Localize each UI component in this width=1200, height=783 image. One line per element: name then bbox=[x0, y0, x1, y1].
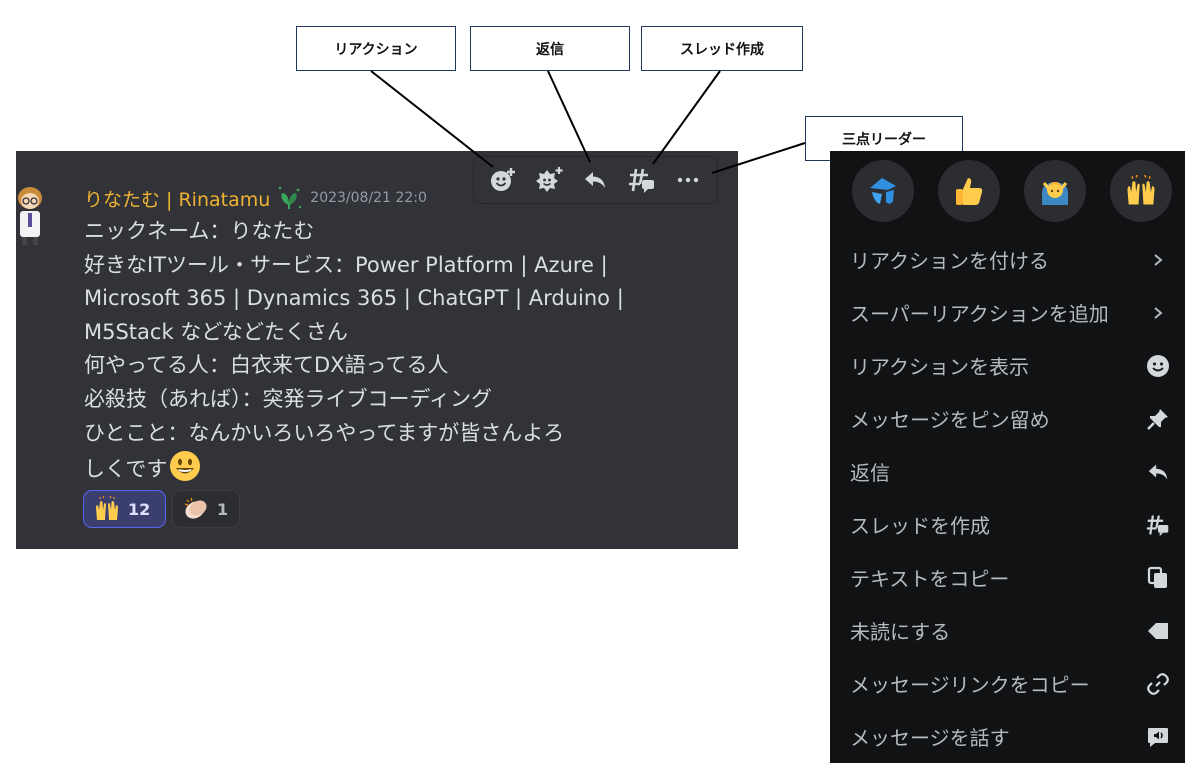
pin-icon bbox=[1145, 406, 1171, 432]
message-content: ニックネーム：りなたむ 好きなITツール・サービス：Power Platform… bbox=[84, 215, 684, 487]
message-line: M5Stack などなどたくさん bbox=[84, 319, 348, 344]
add-reaction-icon bbox=[491, 168, 516, 191]
message-header: りなたむ | Rinatamu 2023/08/21 22:0 bbox=[84, 184, 427, 212]
speak-icon bbox=[1145, 724, 1171, 750]
menu-item-label: スレッドを作成 bbox=[850, 514, 990, 538]
copy-icon bbox=[1145, 565, 1171, 591]
message-line: 何やってる人：白衣来てDX語ってる人 bbox=[84, 353, 449, 378]
avatar[interactable] bbox=[16, 184, 48, 246]
menu-item-copy-message-link[interactable]: メッセージリンクをコピー bbox=[830, 657, 1185, 710]
menu-item-label: リアクションを付ける bbox=[850, 249, 1049, 273]
link-icon bbox=[1145, 671, 1171, 697]
menu-item-label: メッセージをピン留め bbox=[850, 408, 1050, 432]
quick-reaction-raised-hands[interactable] bbox=[1110, 160, 1172, 222]
menu-item-copy-text[interactable]: テキストをコピー bbox=[830, 551, 1185, 604]
callout-reaction: リアクション bbox=[296, 26, 456, 71]
person-gesturing-icon bbox=[1042, 182, 1068, 205]
thread-icon bbox=[628, 168, 654, 193]
message-line: 好きなITツール・サービス：Power Platform | Azure | bbox=[84, 252, 608, 277]
menu-item-view-reactions[interactable]: リアクションを表示 bbox=[830, 339, 1185, 392]
sprout-icon bbox=[278, 186, 302, 209]
smiley-emoji-icon bbox=[170, 451, 201, 482]
thumbs-up-icon bbox=[956, 178, 983, 205]
menu-item-add-reaction[interactable]: リアクションを付ける bbox=[830, 233, 1185, 286]
reactions-bar: 12 1 bbox=[83, 490, 240, 528]
reply-button[interactable] bbox=[577, 162, 613, 198]
context-menu-items: リアクションを付ける スーパーリアクションを追加 リアクションを表示 メッセージ… bbox=[830, 233, 1185, 763]
menu-item-label: 返信 bbox=[850, 461, 890, 485]
quick-reaction-custom-blue[interactable] bbox=[852, 160, 914, 222]
message-line: 必殺技（あれば）：突発ライブコーディング bbox=[84, 386, 493, 411]
reaction-raised-hands[interactable]: 12 bbox=[83, 490, 166, 528]
menu-item-label: メッセージリンクをコピー bbox=[850, 673, 1090, 697]
reaction-count: 1 bbox=[217, 499, 229, 519]
menu-item-label: リアクションを表示 bbox=[850, 355, 1029, 379]
thread-icon bbox=[1145, 512, 1171, 538]
message-panel: りなたむ | Rinatamu 2023/08/21 22:0 ニックネーム：り… bbox=[16, 151, 738, 549]
menu-item-add-super-reaction[interactable]: スーパーリアクションを追加 bbox=[830, 286, 1185, 339]
super-reaction-icon bbox=[536, 167, 563, 192]
message-line: しくです bbox=[84, 457, 168, 482]
reaction-clapping-hands[interactable]: 1 bbox=[172, 490, 240, 528]
menu-item-create-thread[interactable]: スレッドを作成 bbox=[830, 498, 1185, 551]
super-reaction-button[interactable] bbox=[531, 162, 567, 198]
chevron-right-icon bbox=[1145, 300, 1171, 326]
quick-reaction-person-gesturing[interactable] bbox=[1024, 160, 1086, 222]
add-reaction-button[interactable] bbox=[485, 162, 521, 198]
message-line: ひとこと：なんかいろいろやってますが皆さんよろ bbox=[84, 420, 565, 445]
chevron-right-icon bbox=[1145, 247, 1171, 273]
custom-blue-emoji-icon bbox=[870, 178, 896, 204]
more-dots-icon bbox=[677, 177, 699, 183]
raised-hands-icon bbox=[96, 496, 118, 520]
username[interactable]: りなたむ | Rinatamu bbox=[84, 185, 270, 212]
callout-create-thread: スレッド作成 bbox=[641, 26, 803, 71]
menu-item-label: スーパーリアクションを追加 bbox=[850, 302, 1109, 326]
quick-reaction-thumbs-up[interactable] bbox=[938, 160, 1000, 222]
smiley-icon bbox=[1145, 353, 1171, 379]
reaction-count: 12 bbox=[128, 499, 151, 519]
reply-icon bbox=[1145, 459, 1171, 485]
message-hover-toolbar bbox=[473, 156, 718, 204]
menu-item-speak-message[interactable]: メッセージを話す bbox=[830, 710, 1185, 763]
callout-reply: 返信 bbox=[470, 26, 630, 71]
menu-item-pin-message[interactable]: メッセージをピン留め bbox=[830, 392, 1185, 445]
timestamp: 2023/08/21 22:0 bbox=[310, 190, 427, 206]
mark-unread-icon bbox=[1145, 618, 1171, 644]
more-options-button[interactable] bbox=[670, 162, 706, 198]
menu-item-mark-unread[interactable]: 未読にする bbox=[830, 604, 1185, 657]
reply-icon bbox=[585, 172, 606, 188]
clapping-hands-icon bbox=[184, 497, 207, 519]
message-last-line: しくです bbox=[84, 450, 684, 487]
quick-reactions bbox=[852, 160, 1172, 222]
menu-item-reply[interactable]: 返信 bbox=[830, 445, 1185, 498]
create-thread-button[interactable] bbox=[624, 162, 660, 198]
raised-hands-icon bbox=[1127, 175, 1155, 205]
message-context-menu: リアクションを付ける スーパーリアクションを追加 リアクションを表示 メッセージ… bbox=[830, 151, 1185, 763]
menu-item-label: メッセージを話す bbox=[850, 726, 1010, 750]
menu-item-label: テキストをコピー bbox=[850, 567, 1010, 591]
menu-item-label: 未読にする bbox=[850, 620, 951, 644]
message-line: ニックネーム：りなたむ bbox=[84, 219, 315, 243]
message-line: Microsoft 365 | Dynamics 365 | ChatGPT |… bbox=[84, 286, 624, 311]
